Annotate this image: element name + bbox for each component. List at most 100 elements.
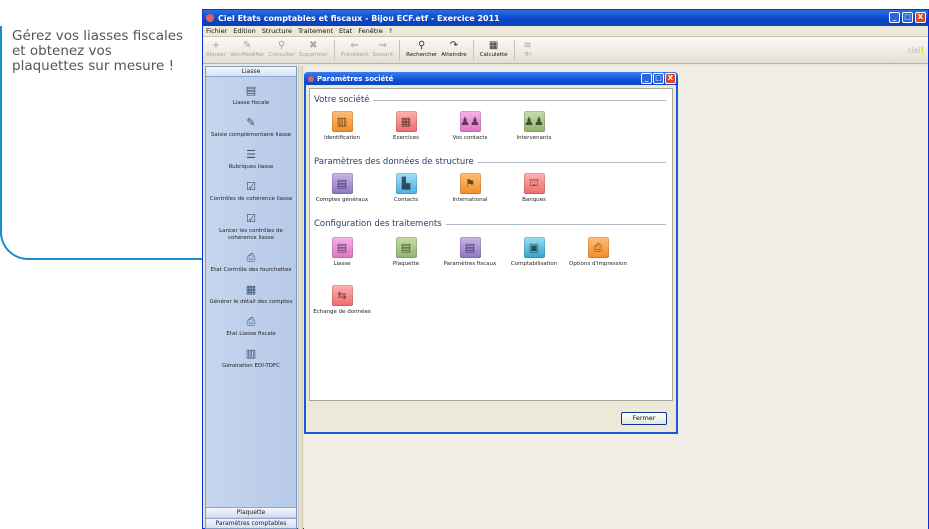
tile-banques[interactable]: ⛫ Banques	[504, 173, 564, 203]
menu-traitement[interactable]: Traitement	[298, 27, 333, 35]
tile-echange-donnees[interactable]: ⇆ Echange de données	[312, 285, 372, 315]
tile-label: Echange de données	[313, 309, 371, 315]
ledger-icon: ▤	[331, 173, 353, 194]
menu-etat[interactable]: Etat	[339, 27, 352, 35]
toolbar-consulter-button[interactable]: ⚲ Consulter	[269, 40, 295, 58]
tile-label: Contacts	[393, 197, 419, 203]
tile-intervenants[interactable]: ♟♟ Intervenants	[504, 111, 564, 141]
sort-icon: ≡	[523, 40, 532, 51]
tile-label: Banques	[522, 197, 546, 203]
menu-fichier[interactable]: Fichier	[206, 27, 227, 35]
toolbar-supprimer-button[interactable]: ✖ Supprimer	[299, 40, 328, 58]
toolbar-precedent-button[interactable]: ⇐ Précédent	[341, 40, 369, 58]
ciel-app-icon	[308, 75, 314, 82]
toolbar-label: Rechercher	[406, 52, 438, 58]
app-title: Ciel Etats comptables et fiscaux - Bijou…	[218, 13, 500, 23]
menu-fenetre[interactable]: Fenêtre	[358, 27, 383, 35]
arrow-left-icon: ⇐	[350, 40, 359, 51]
promo-text: Gérez vos liasses fiscales et obtenez vo…	[12, 28, 184, 74]
tile-exercices[interactable]: ▦ Exercices	[376, 111, 436, 141]
contacts-icon: ♟♟	[459, 111, 481, 132]
nav-label: Lancer les contrôles de cohérence liasse	[219, 228, 283, 241]
checkbox-icon: ☑	[246, 212, 256, 225]
nav-group-plaquette[interactable]: Plaquette	[206, 507, 296, 517]
section-title: Configuration des traitements	[314, 219, 442, 229]
nav-group-parametres-comptables[interactable]: Paramètres comptables	[206, 518, 296, 528]
pencil-icon: ✎	[246, 116, 256, 129]
nav-generer-detail-comptes[interactable]: ▦ Générer le détail des comptes	[206, 281, 296, 308]
nav-label: Rubriques liasse	[228, 164, 274, 170]
tile-comptes-generaux[interactable]: ▤ Comptes généraux	[312, 173, 372, 203]
dialog-window-controls: _ □ X	[641, 73, 676, 84]
section-donnees-structure: Paramètres des données de structure	[314, 157, 666, 167]
nav-lancer-controles[interactable]: ☑ Lancer les contrôles de cohérence lias…	[206, 210, 296, 244]
panel-splitter[interactable]	[298, 66, 303, 529]
document-icon: ▤	[245, 84, 257, 97]
tile-parametres-fiscaux[interactable]: ▤ Paramètres fiscaux	[440, 237, 500, 267]
nav-label: Générer le détail des comptes	[209, 299, 293, 305]
maximize-button[interactable]: □	[902, 12, 913, 23]
ciel-logo-mark: !	[920, 46, 924, 55]
tile-identification[interactable]: ▥ Identification	[312, 111, 372, 141]
tile-options-impression[interactable]: ⎙ Options d'impression	[568, 237, 628, 267]
nav-controles-coherence[interactable]: ☑ Contrôles de cohérence liasse	[206, 178, 296, 205]
tile-international[interactable]: ⚑ International	[440, 173, 500, 203]
toolbar-calculette-button[interactable]: ▦ Calculette	[480, 40, 508, 58]
dialog-close-button[interactable]: X	[665, 73, 676, 84]
toolbar-label: Ajouter	[206, 52, 226, 58]
toolbar-label: Calculette	[479, 52, 508, 58]
app-window: Ciel Etats comptables et fiscaux - Bijou…	[202, 9, 929, 529]
tile-plaquette[interactable]: ▤ Plaquette	[376, 237, 436, 267]
fermer-button[interactable]: Fermer	[621, 412, 667, 425]
tile-vos-contacts[interactable]: ♟♟ Vos contacts	[440, 111, 500, 141]
minimize-button[interactable]: _	[889, 12, 900, 23]
toolbar-atteindre-button[interactable]: ↷ Atteindre	[441, 40, 466, 58]
toolbar-label: Supprimer	[298, 52, 328, 58]
close-button[interactable]: X	[915, 12, 926, 23]
toolbar-ajouter-button[interactable]: + Ajouter	[206, 40, 226, 58]
toolbar-label: Consulter	[268, 52, 295, 58]
people-icon: ♟♟	[523, 111, 545, 132]
tile-label: International	[452, 197, 488, 203]
dialog-title: Paramètres société	[317, 74, 394, 83]
dialog-maximize-button[interactable]: □	[653, 73, 664, 84]
nav-saisie-complementaire[interactable]: ✎ Saisie complémentaire liasse	[206, 114, 296, 141]
edi-file-icon: ▥	[245, 347, 257, 360]
dialog-minimize-button[interactable]: _	[641, 73, 652, 84]
menu-structure[interactable]: Structure	[262, 27, 292, 35]
pencil-icon: ✎	[243, 40, 252, 51]
nav-generation-edi-tdfc[interactable]: ▥ Génération EDI-TDFC	[206, 345, 296, 372]
nav-label: Liasse fiscale	[232, 100, 270, 106]
left-panel-header[interactable]: Liasse	[206, 67, 296, 77]
nav-label: Etat Liasse fiscale	[226, 331, 276, 337]
tile-label: Intervenants	[516, 135, 552, 141]
toolbar-rechercher-button[interactable]: ⚲ Rechercher	[406, 40, 437, 58]
toolbar-voir-modifier-button[interactable]: ✎ Voir/Modifier	[230, 40, 265, 58]
nav-rubriques-liasse[interactable]: ☰ Rubriques liasse	[206, 146, 296, 173]
nav-liasse-fiscale[interactable]: ▤ Liasse fiscale	[206, 82, 296, 109]
app-titlebar[interactable]: Ciel Etats comptables et fiscaux - Bijou…	[203, 10, 928, 26]
nav-label: Génération EDI-TDFC	[222, 363, 280, 369]
magnifier-icon: ⚲	[278, 40, 286, 51]
nav-etat-liasse-fiscale[interactable]: ⎙ Etat Liasse fiscale	[206, 313, 296, 340]
tile-contacts[interactable]: ▙ Contacts	[376, 173, 436, 203]
toolbar-suivant-button[interactable]: ⇒ Suivant	[372, 40, 393, 58]
accounting-book-icon: ▣	[523, 237, 545, 258]
calculator-icon: ▦	[488, 40, 499, 51]
nav-etat-controle-fourchettes[interactable]: ⎙ Etat Contrôle des fourchettes	[206, 249, 296, 276]
toolbar-separator	[333, 40, 335, 60]
tile-label: Paramètres fiscaux	[443, 261, 497, 267]
booklet-icon: ▤	[395, 237, 417, 258]
menu-help[interactable]: ?	[389, 27, 392, 35]
toolbar-tri-button[interactable]: ≡ Tri	[521, 40, 535, 58]
tile-liasse[interactable]: ▤ Liasse	[312, 237, 372, 267]
callout-line-curve	[0, 228, 30, 260]
menu-edition[interactable]: Edition	[233, 27, 256, 35]
toolbar: + Ajouter ✎ Voir/Modifier ⚲ Consulter ✖ …	[203, 37, 928, 64]
flags-icon: ⚑	[459, 173, 481, 194]
tile-comptabilisation[interactable]: ▣ Comptabilisation	[504, 237, 564, 267]
dialog-titlebar[interactable]: Paramètres société _ □ X	[304, 72, 678, 85]
search-icon: ⚲	[418, 40, 426, 51]
data-exchange-icon: ⇆	[331, 285, 353, 306]
window-controls: _ □ X	[889, 12, 926, 23]
